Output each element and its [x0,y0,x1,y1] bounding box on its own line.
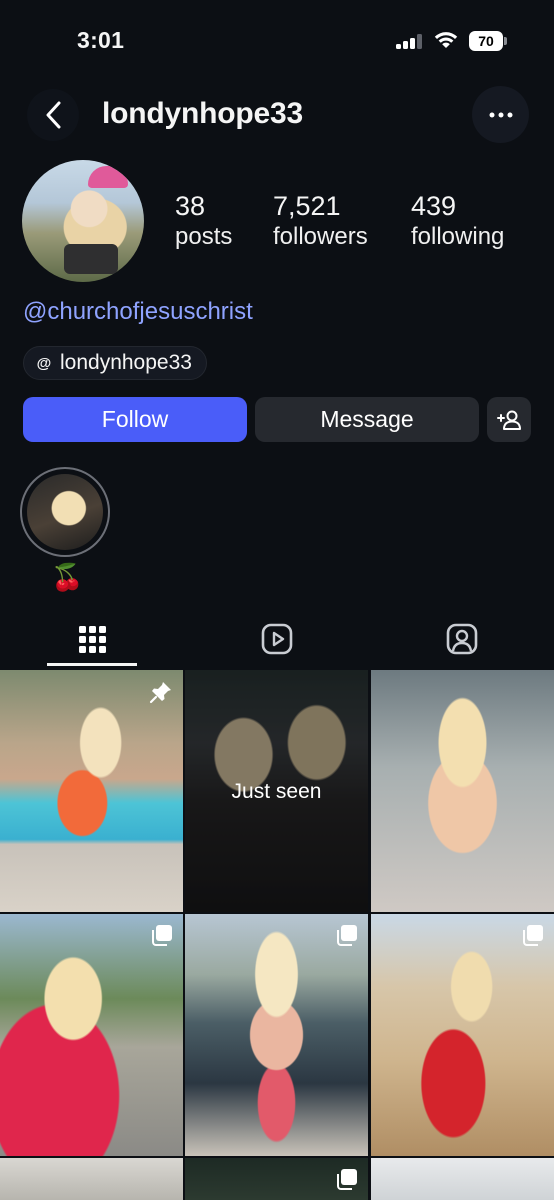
message-button[interactable]: Message [255,397,479,442]
post-thumbnail[interactable] [185,1158,368,1200]
stat-value: 7,521 [273,191,341,221]
cellular-signal-icon [396,33,426,49]
posts-count[interactable]: 38 posts [175,190,232,252]
tab-tagged[interactable] [417,612,507,666]
stat-value: 439 [411,191,457,221]
story-highlight[interactable] [20,467,110,557]
post-thumbnail[interactable] [185,914,368,1156]
more-dots-icon [489,112,512,117]
highlight-cover [27,474,103,550]
stat-label: following [411,223,505,250]
followers-count[interactable]: 7,521 followers [273,190,368,252]
wifi-icon [434,32,458,48]
chevron-left-icon [46,101,61,129]
active-tab-indicator [47,663,137,666]
battery-icon: 70 [469,31,507,51]
pin-icon [149,682,171,704]
post-thumbnail[interactable] [0,914,183,1156]
following-count[interactable]: 439 following [411,190,504,252]
post-thumbnail[interactable] [371,1158,554,1200]
follow-button[interactable]: Follow [23,397,247,442]
bio-mention-link[interactable]: @churchofjesuschrist [23,298,253,326]
post-thumbnail[interactable] [0,1158,183,1200]
stat-label: followers [273,223,368,250]
profile-tabs [0,612,554,668]
stat-label: posts [175,223,233,250]
just-seen-label: Just seen [231,780,322,803]
post-thumbnail[interactable] [371,914,554,1156]
carousel-icon [337,1169,357,1190]
profile-avatar[interactable] [22,160,144,282]
status-time: 3:01 [77,27,125,53]
highlight-label: 🍒 [51,562,84,592]
suggested-users-button[interactable] [487,397,531,442]
tab-posts[interactable] [47,612,137,666]
threads-icon: @ [36,354,52,372]
profile-username: londynhope33 [102,97,303,130]
add-person-icon [497,410,521,430]
post-thumbnail[interactable] [0,670,183,912]
carousel-icon [152,925,172,946]
threads-handle: londynhope33 [60,351,192,374]
reels-icon [261,623,293,655]
tab-reels[interactable] [232,612,322,666]
stat-value: 38 [175,191,206,221]
carousel-icon [337,925,357,946]
threads-badge[interactable]: @ londynhope33 [23,346,207,380]
posts-grid-icon [78,625,106,653]
post-thumbnail[interactable] [371,670,554,912]
status-bar: 3:01 70 [0,0,554,84]
carousel-icon [523,925,543,946]
back-button[interactable] [27,89,79,141]
profile-actions: Follow Message [0,397,554,442]
tagged-icon [446,623,478,655]
more-options-button[interactable] [472,86,529,143]
battery-level: 70 [469,31,503,51]
